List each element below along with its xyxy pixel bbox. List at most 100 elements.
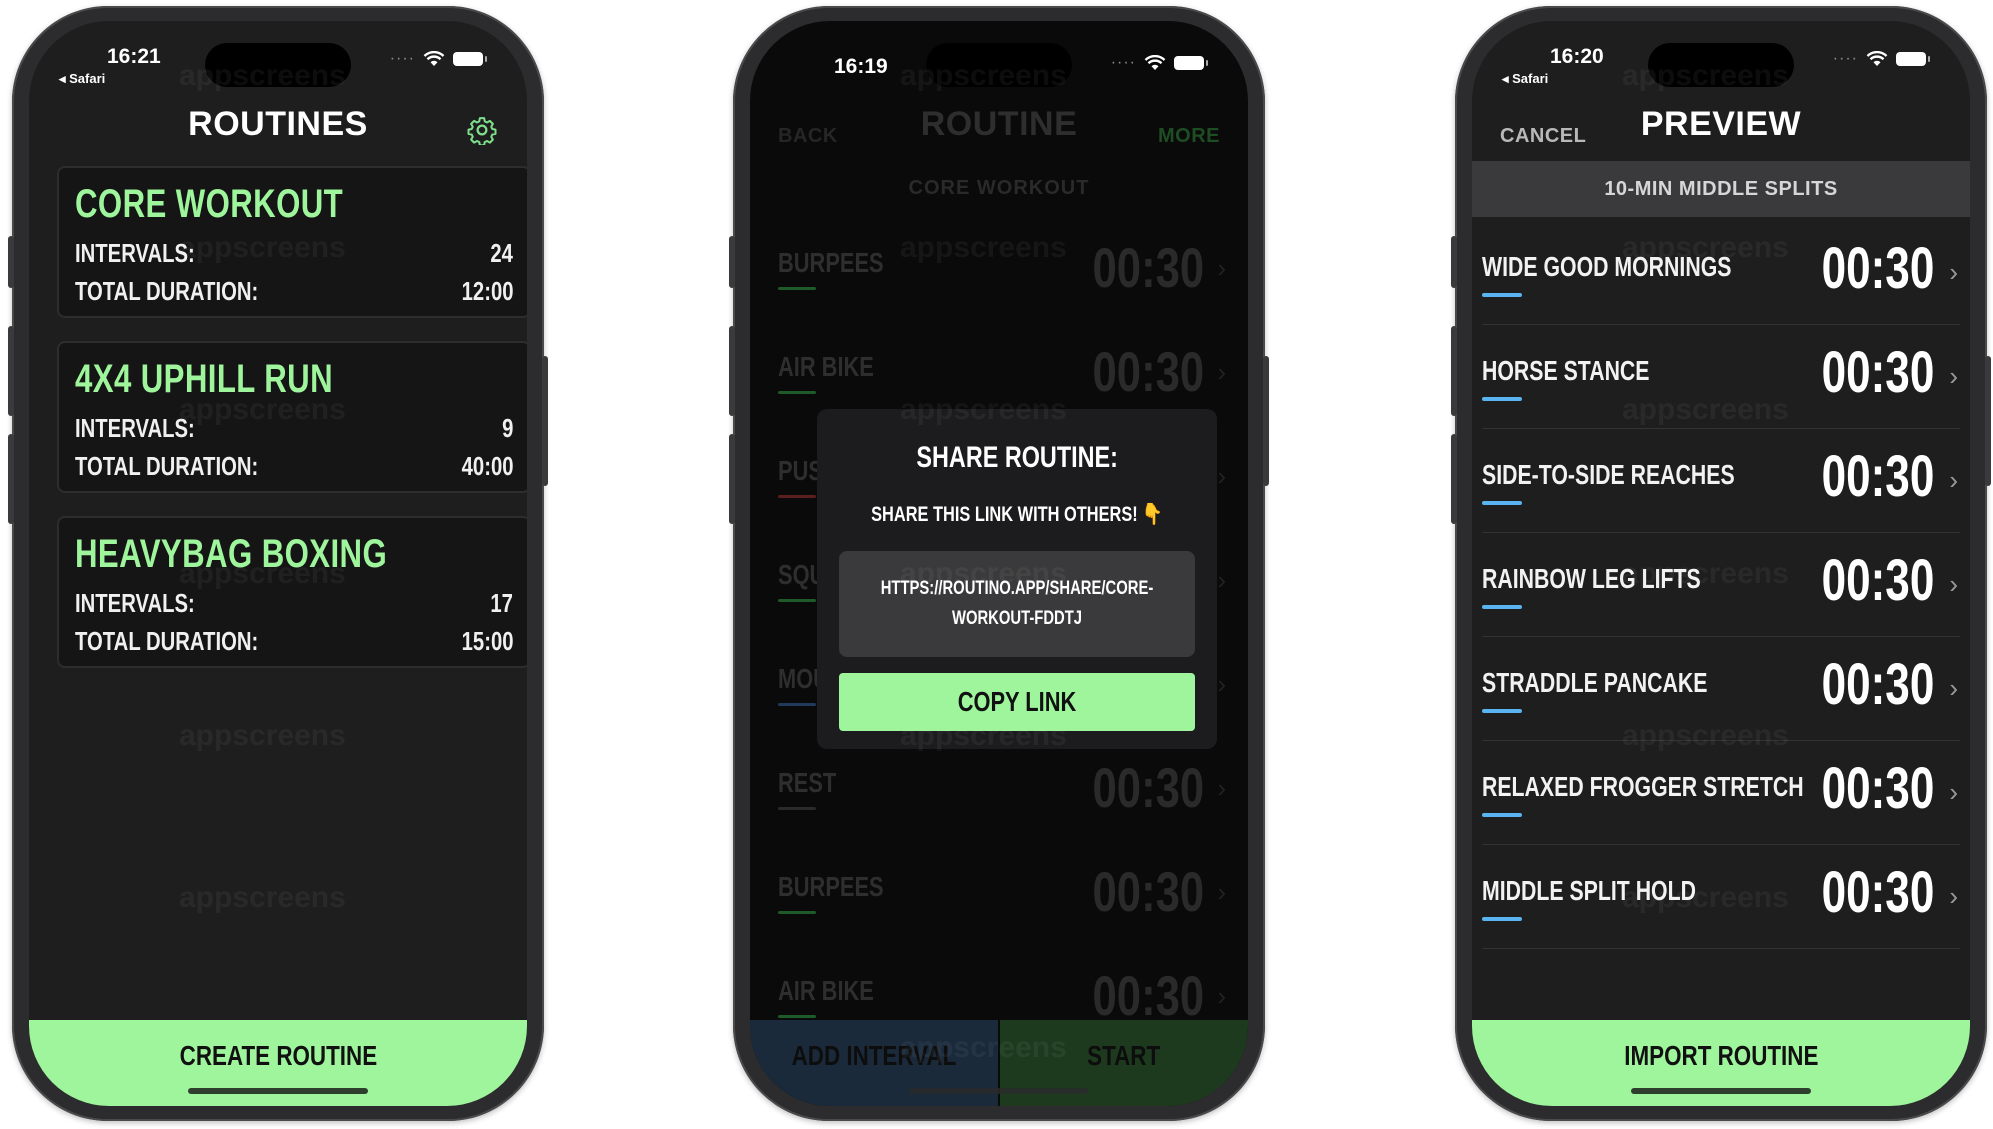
chevron-right-icon: › [1949,673,1958,703]
screen-routine: 16:19 ···· BACK ROUTINE MORE CORE WORKOU… [750,21,1248,1106]
chevron-right-icon: › [1949,257,1958,287]
item-color-underline [778,495,816,498]
intervals-value: 9 [501,413,513,443]
item-name: REST [778,767,837,798]
intervals-row: INTERVALS: 24 [75,238,513,269]
chevron-right-icon: › [1949,881,1958,911]
back-to-safari-link[interactable]: ◂ Safari [1502,71,1548,87]
side-button [1263,356,1269,486]
intervals-label: INTERVALS: [75,413,195,443]
status-time: 16:21 [107,45,161,68]
phone-routine-share: 16:19 ···· BACK ROUTINE MORE CORE WORKOU… [729,6,1269,1121]
signal-icon: ···· [389,50,415,67]
chevron-right-icon: › [1949,465,1958,495]
screen-preview: 16:20 ◂ Safari ···· CANCEL PREVIEW 10-MI… [1472,21,1970,1106]
side-button [8,434,14,524]
list-item[interactable]: RELAXED FROGGER STRETCH 00:30 › [1482,741,1960,845]
battery-icon [453,52,487,66]
item-color-underline [778,599,816,602]
item-duration: 00:30 [1821,236,1934,301]
side-button [1451,434,1457,524]
list-item[interactable]: STRADDLE PANCAKE 00:30 › [1482,637,1960,741]
intervals-row: INTERVALS: 9 [75,413,513,444]
item-duration: 00:30 [1092,964,1204,1027]
gear-icon[interactable] [467,115,497,145]
share-link-field[interactable]: HTTPS://ROUTINO.APP/SHARE/CORE- WORKOUT-… [839,551,1195,657]
duration-row: TOTAL DURATION: 15:00 [75,626,513,657]
item-duration: 00:30 [1821,652,1934,717]
list-item[interactable]: BURPEES 00:30 › [778,845,1230,949]
item-duration: 00:30 [1821,340,1934,405]
list-item[interactable]: RAINBOW LEG LIFTS 00:30 › [1482,533,1960,637]
routine-subtitle: CORE WORKOUT [908,177,1090,199]
phone-routines: 16:21 ◂ Safari ···· ROUTINES CORE WORKOU… [8,6,548,1121]
chevron-right-icon: › [1217,669,1226,699]
list-item[interactable]: MIDDLE SPLIT HOLD 00:30 › [1482,845,1960,949]
wifi-icon [1866,51,1888,66]
status-icons: ···· [1110,54,1208,71]
more-button[interactable]: MORE [1158,125,1220,148]
side-button [1985,356,1991,486]
home-indicator[interactable] [1631,1088,1811,1094]
side-button [8,326,14,416]
item-color-underline [778,1015,816,1018]
item-color-underline [778,911,816,914]
duration-value: 40:00 [461,451,513,481]
duration-label: TOTAL DURATION: [75,626,259,656]
item-duration: 00:30 [1821,548,1934,613]
phone-preview: 16:20 ◂ Safari ···· CANCEL PREVIEW 10-MI… [1451,6,1991,1121]
screen-routines: 16:21 ◂ Safari ···· ROUTINES CORE WORKOU… [29,21,527,1106]
item-name: AIR BIKE [778,975,874,1006]
share-modal: SHARE ROUTINE: SHARE THIS LINK WITH OTHE… [817,409,1217,749]
copy-link-button[interactable]: COPY LINK [839,673,1195,731]
signal-icon: ···· [1110,54,1136,71]
routine-name: HEAVYBAG BOXING [75,532,388,576]
create-routine-button[interactable]: CREATE ROUTINE [29,1020,527,1106]
item-color-underline [1482,709,1522,713]
back-to-safari-link[interactable]: ◂ Safari [59,71,105,87]
chevron-right-icon: › [1949,361,1958,391]
status-time: 16:19 [834,55,888,78]
home-indicator[interactable] [909,1088,1089,1094]
wifi-icon [423,51,445,66]
item-name: HORSE STANCE [1482,355,1650,386]
routine-name-header: 10-MIN MIDDLE SPLITS [1472,161,1970,217]
list-item[interactable]: WIDE GOOD MORNINGS 00:30 › [1482,221,1960,325]
status-icons: ···· [389,50,487,67]
status-icons: ···· [1833,51,1930,67]
list-item[interactable]: REST 00:30 › [778,741,1230,845]
chevron-right-icon: › [1217,877,1226,907]
status-time: 16:20 [1550,45,1604,68]
item-color-underline [1482,813,1522,817]
item-duration: 00:30 [1821,756,1934,821]
item-color-underline [1482,917,1522,921]
routine-card-core-workout[interactable]: CORE WORKOUT INTERVALS: 24 TOTAL DURATIO… [57,166,527,318]
intervals-value: 24 [490,238,513,268]
chevron-right-icon: › [1949,777,1958,807]
battery-icon [1174,56,1208,70]
intervals-value: 17 [490,588,513,618]
routine-name: 4X4 UPHILL RUN [75,357,334,401]
share-link-line: HTTPS://ROUTINO.APP/SHARE/CORE- [880,578,1154,599]
chevron-right-icon: › [1217,461,1226,491]
chevron-right-icon: › [1217,565,1226,595]
chevron-right-icon: › [1949,569,1958,599]
routine-card-heavybag-boxing[interactable]: HEAVYBAG BOXING INTERVALS: 17 TOTAL DURA… [57,516,527,668]
list-item[interactable]: BURPEES 00:30 › [778,221,1230,325]
item-color-underline [1482,605,1522,609]
item-duration: 00:30 [1092,756,1204,819]
item-name: WIDE GOOD MORNINGS [1482,251,1732,282]
duration-label: TOTAL DURATION: [75,276,259,306]
list-item[interactable]: HORSE STANCE 00:30 › [1482,325,1960,429]
page-title: PREVIEW [1640,105,1802,143]
side-button [542,356,548,486]
import-routine-button[interactable]: IMPORT ROUTINE [1472,1020,1970,1106]
side-button [729,236,735,288]
duration-row: TOTAL DURATION: 40:00 [75,451,513,482]
chevron-right-icon: › [1217,253,1226,283]
routine-card-uphill-run[interactable]: 4X4 UPHILL RUN INTERVALS: 9 TOTAL DURATI… [57,341,527,493]
list-item[interactable]: SIDE-TO-SIDE REACHES 00:30 › [1482,429,1960,533]
home-indicator[interactable] [188,1088,368,1094]
dynamic-island [926,43,1072,87]
import-routine-label: IMPORT ROUTINE [1623,1040,1819,1071]
